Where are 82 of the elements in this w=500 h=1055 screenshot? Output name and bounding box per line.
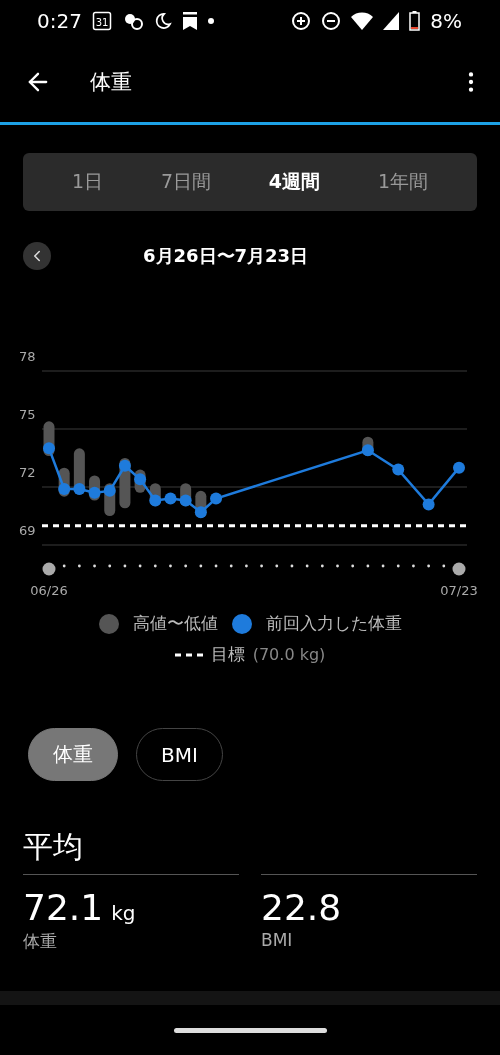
weight-point: [164, 492, 177, 505]
data-saver-icon: [291, 11, 312, 31]
date-dot: [93, 564, 96, 568]
date-dot: [396, 564, 400, 568]
stat-label: 体重: [23, 930, 58, 953]
battery-icon: [409, 11, 421, 31]
date-dot: [169, 564, 172, 568]
dashed-line-icon: [174, 652, 203, 657]
moon-icon: [153, 12, 172, 30]
date-dot: [305, 564, 309, 568]
legend-label: 高値〜低値: [132, 612, 218, 635]
weight-point: [149, 494, 162, 507]
date-marker: [42, 562, 56, 576]
date-dot: [62, 564, 66, 568]
weight-point: [43, 442, 55, 455]
weight-point: [422, 498, 435, 511]
date-dot: [229, 564, 233, 568]
date-dot: [442, 564, 446, 568]
metric-chip[interactable]: 体重: [28, 728, 118, 781]
date-marker: [452, 562, 466, 576]
weight-point: [73, 482, 86, 495]
date-dot: [184, 564, 188, 568]
date-dot: [214, 564, 218, 568]
stat-value: 72.1: [23, 887, 104, 928]
date-dot: [199, 564, 203, 568]
previous-button[interactable]: [23, 242, 51, 270]
date-dot: [77, 564, 81, 568]
axis-label: 78: [19, 349, 36, 364]
battery-percent: 8%: [430, 9, 462, 33]
date-dot: [320, 564, 324, 568]
range-tab[interactable]: 1日: [67, 161, 107, 203]
wifi-icon: [351, 12, 374, 30]
date-dot: [427, 564, 431, 568]
weight-point: [134, 473, 147, 486]
range-tab[interactable]: 7日間: [156, 161, 215, 203]
weight-point: [58, 482, 71, 495]
dot-icon: [207, 18, 214, 24]
home-indicator[interactable]: [173, 1027, 327, 1033]
axis-label: 07/23: [440, 583, 478, 598]
bookmark-icon: [181, 11, 198, 31]
date-dot: [351, 564, 355, 568]
legend-label: 目標: [210, 643, 245, 666]
weight-point: [194, 506, 207, 519]
weight-point: [88, 486, 101, 499]
signal-icon: [383, 12, 400, 30]
date-dot: [260, 564, 263, 568]
range-tab[interactable]: 1年間: [373, 161, 432, 203]
date-dot: [290, 564, 294, 568]
date-dot: [108, 564, 112, 568]
weight-point: [118, 459, 131, 472]
date-dot: [123, 564, 127, 568]
date-dot: [366, 564, 370, 568]
stat-unit: kg: [111, 901, 136, 925]
axis-label: 69: [19, 523, 36, 538]
metric-chip[interactable]: BMI: [136, 728, 223, 781]
date-dot: [412, 564, 415, 568]
date-dot: [245, 564, 248, 568]
do-not-disturb-icon: [321, 11, 342, 31]
axis-label: 72: [19, 465, 36, 480]
page-title: 体重: [90, 69, 132, 96]
weight-point: [179, 494, 192, 507]
weight-point: [103, 484, 116, 497]
period-label: 6月26日〜7月23日: [143, 244, 309, 268]
stat-label: BMI: [261, 930, 294, 950]
date-dot: [336, 564, 339, 568]
weight-point: [361, 444, 374, 457]
legend-label: 前回入力した体重: [265, 612, 402, 635]
axis-label: 06/26: [30, 583, 68, 598]
calendar-icon: 31: [91, 11, 112, 31]
date-dot: [275, 564, 279, 568]
range-tab[interactable]: 4週間: [264, 161, 325, 203]
goal-value: (70.0 kg): [252, 645, 326, 664]
date-dot: [381, 564, 385, 568]
status-time: 0:27: [37, 9, 82, 33]
weight-point: [392, 463, 405, 476]
stat-value: 22.8: [261, 887, 342, 928]
weight-point: [453, 461, 465, 474]
section-title: 平均: [23, 828, 84, 866]
date-dot: [153, 564, 157, 568]
date-dot: [138, 564, 142, 568]
weight-point: [210, 492, 223, 505]
axis-label: 75: [19, 407, 36, 422]
